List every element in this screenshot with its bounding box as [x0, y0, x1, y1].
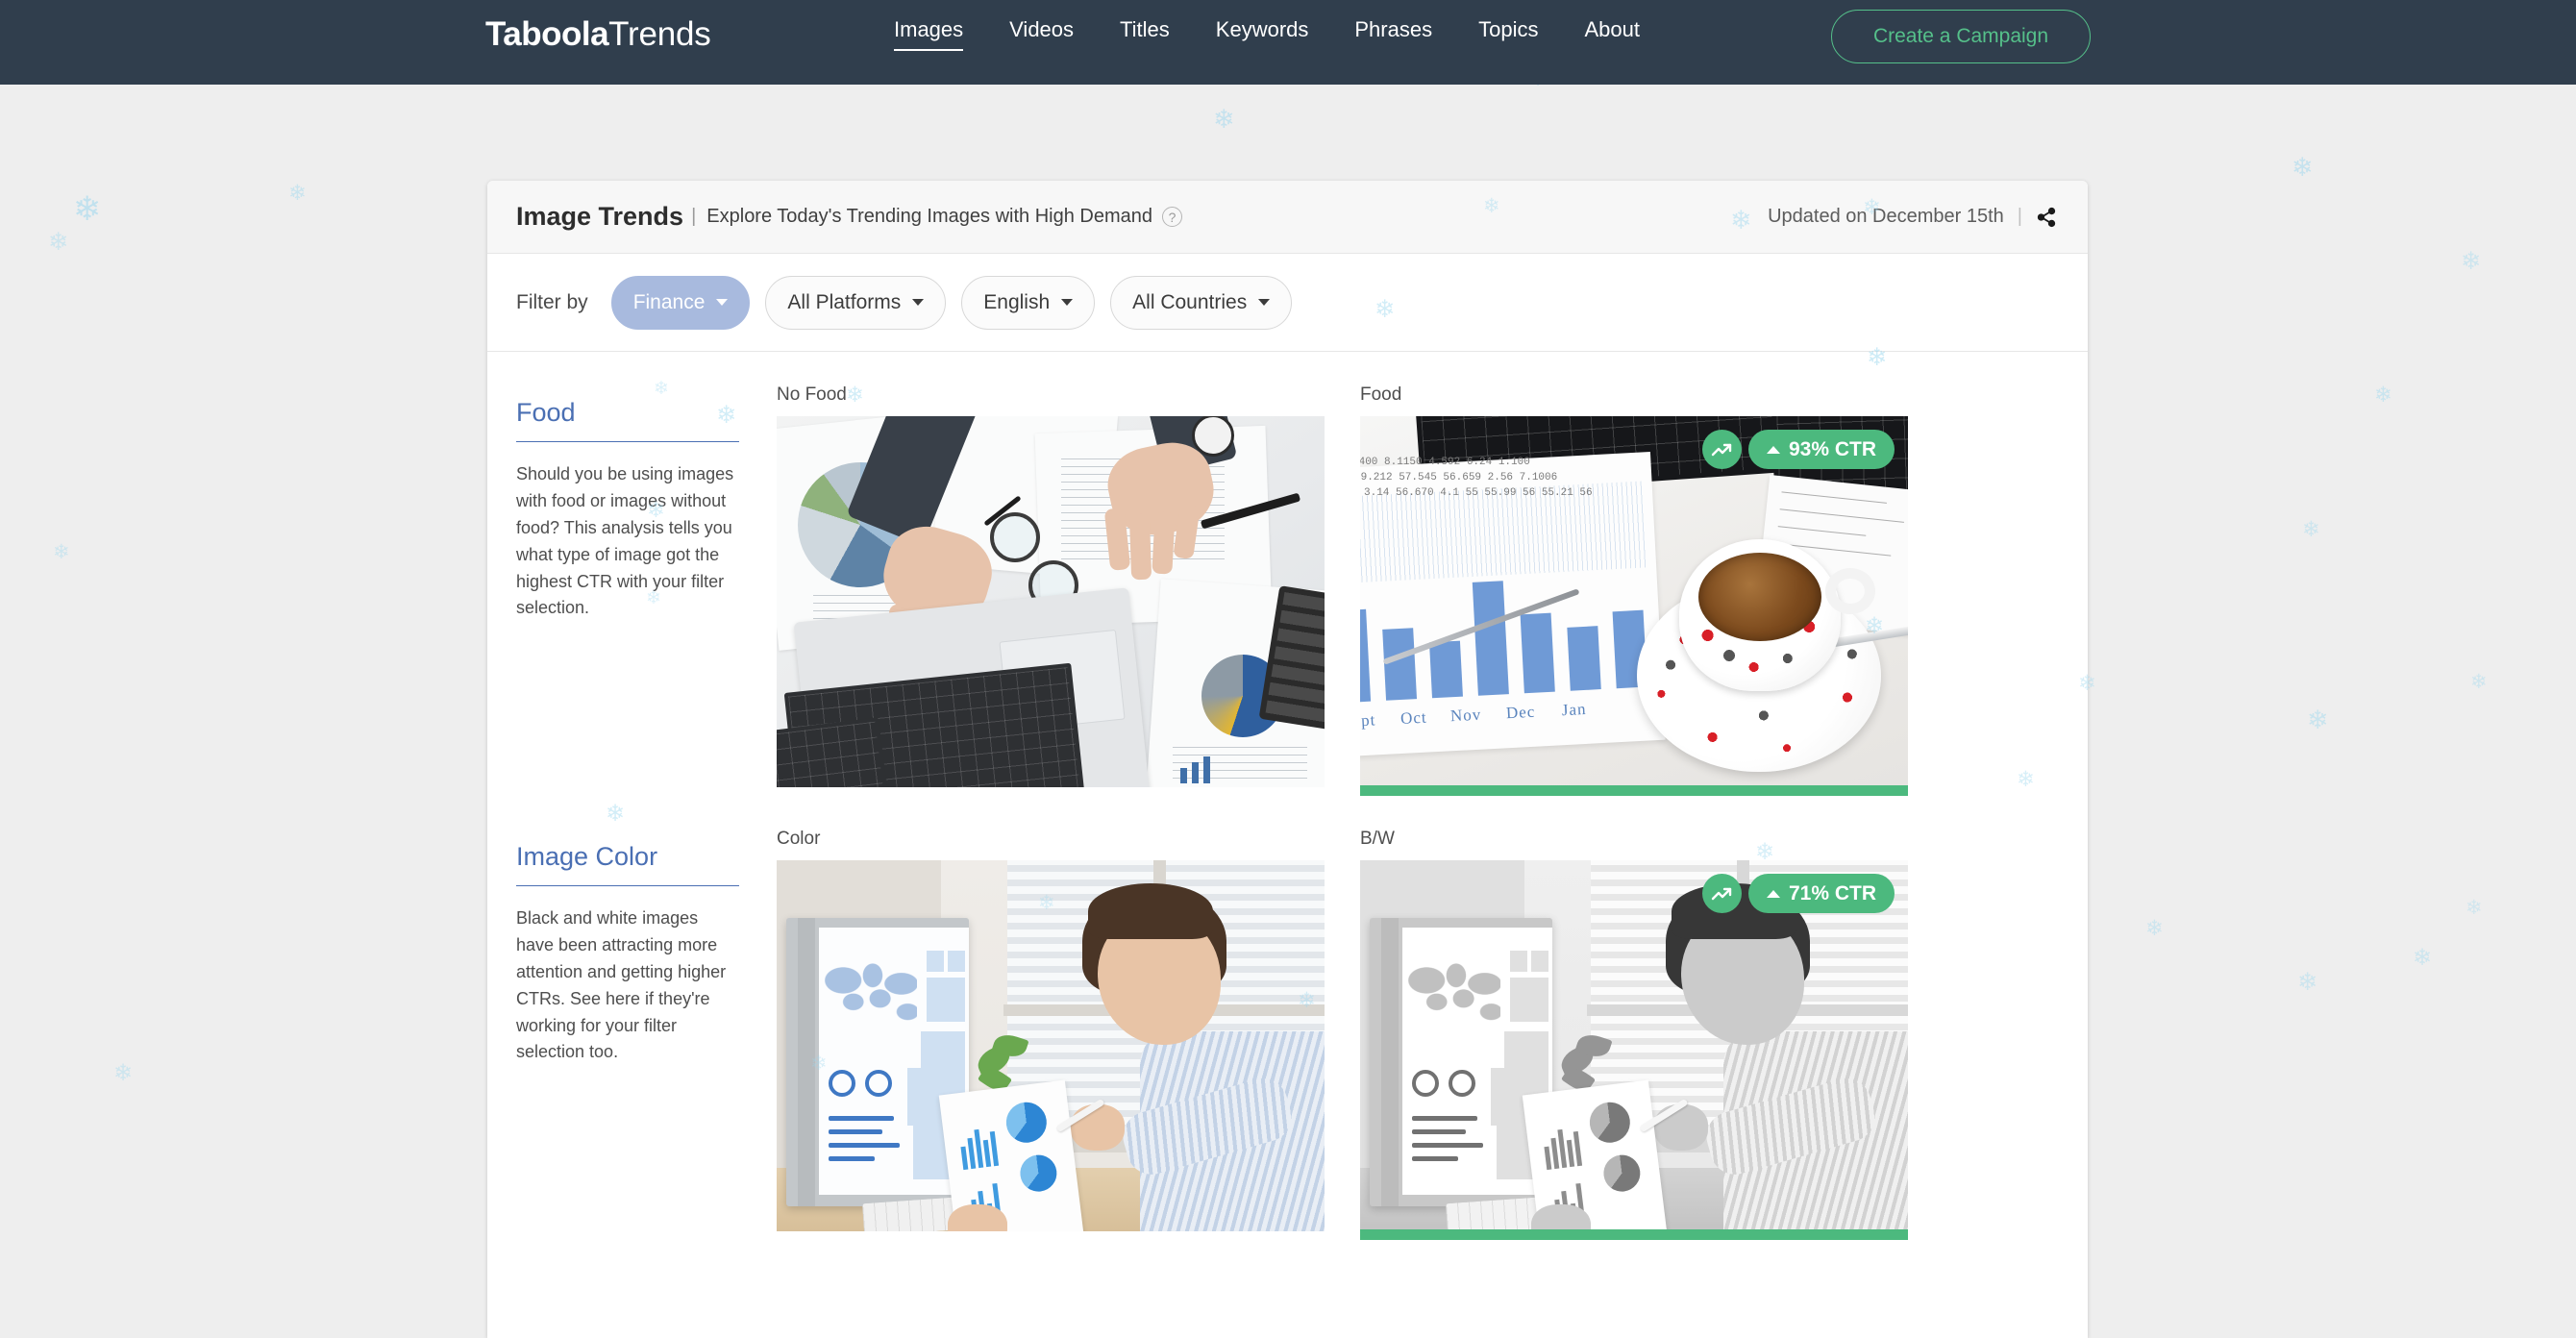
help-icon[interactable]: ? [1161, 207, 1182, 227]
nav-link-topics[interactable]: Topics [1478, 17, 1538, 51]
filter-vertical-value: Finance [632, 290, 706, 313]
photo-desk-flatlay [777, 416, 1325, 787]
ctr-badge-group-food: 93% CTR [1701, 430, 1895, 469]
title-separator: | [691, 206, 697, 227]
arrow-up-icon [1766, 445, 1780, 454]
section-image-color: Image Color Black and white images have … [487, 796, 2088, 1240]
section-food-info: Food Should you be using images with foo… [516, 384, 758, 796]
chevron-down-icon [912, 299, 925, 306]
create-campaign-button[interactable]: Create a Campaign [1831, 10, 2091, 63]
image-trends-card: Image Trends | Explore Today's Trending … [487, 181, 2088, 1338]
section-food: Food Should you be using images with foo… [487, 352, 2088, 796]
chevron-down-icon [1061, 299, 1074, 306]
trending-up-icon [1701, 874, 1742, 913]
nav-link-keywords[interactable]: Keywords [1216, 17, 1309, 51]
snowflake-icon: ❄ [2461, 248, 2482, 275]
chevron-down-icon [1258, 299, 1271, 306]
image-card-bw[interactable]: B/W 71% CTR [1360, 829, 1908, 1240]
section-image-color-description: Black and white images have been attract… [516, 908, 727, 1062]
image-label-food: Food [1360, 384, 1402, 405]
section-food-heading: Food [516, 398, 739, 442]
snowflake-icon: ❄ [2291, 152, 2314, 182]
snowflake-icon: ❄ [48, 229, 69, 256]
filter-by-label: Filter by [516, 290, 588, 313]
snowflake-icon: ❄ [53, 541, 70, 563]
nav-link-videos[interactable]: Videos [1009, 17, 1074, 51]
snowflake-icon: ❄ [2470, 671, 2488, 693]
snowflake-icon: ❄ [1213, 104, 1235, 134]
section-food-images: No Food Food Sept Oct Nov Dec Jan 0400 8… [758, 384, 1908, 796]
nav-link-images[interactable]: Images [894, 17, 964, 51]
logo-text-tab: Tab [485, 15, 542, 53]
ctr-badge-bw: 71% CTR [1747, 874, 1895, 913]
section-image-color-images: Color B/W 71% CTR [758, 829, 1908, 1240]
image-card-food[interactable]: Food Sept Oct Nov Dec Jan 0400 8.1150 4.… [1360, 384, 1908, 796]
ctr-badge-group-bw: 71% CTR [1701, 874, 1895, 913]
nav-link-phrases[interactable]: Phrases [1354, 17, 1432, 51]
winner-indicator-bar [1360, 1229, 1908, 1240]
section-image-color-info: Image Color Black and white images have … [516, 829, 758, 1240]
section-image-color-heading: Image Color [516, 842, 739, 886]
taboola-trends-logo[interactable]: Tab oo la Trends [485, 15, 711, 54]
header-divider: | [2017, 206, 2022, 227]
snowflake-icon: ❄ [2307, 705, 2329, 734]
top-navigation-bar: Tab oo la Trends Images Videos Titles Keywo… [0, 0, 2576, 85]
image-frame-bw[interactable]: 71% CTR [1360, 860, 1908, 1240]
trending-up-icon [1701, 430, 1742, 469]
logo-text-la: la [581, 15, 609, 53]
snowflake-icon: ❄ [73, 190, 102, 228]
arrow-up-icon [1766, 889, 1780, 898]
filter-country-dropdown[interactable]: All Countries [1110, 275, 1293, 330]
card-header: Image Trends | Explore Today's Trending … [487, 181, 2088, 254]
chevron-down-icon [716, 299, 729, 306]
filter-language-dropdown[interactable]: English [961, 275, 1096, 330]
image-label-bw: B/W [1360, 829, 1395, 849]
filter-bar: Filter by Finance All Platforms English … [487, 254, 2088, 352]
snowflake-icon: ❄ [2413, 945, 2433, 971]
logo-text-oo: oo [541, 15, 582, 53]
image-frame-food[interactable]: Sept Oct Nov Dec Jan 0400 8.1150 4.592 6… [1360, 416, 1908, 796]
page-subtitle: Explore Today's Trending Images with Hig… [706, 206, 1152, 227]
image-frame-no-food[interactable] [777, 416, 1325, 787]
image-label-color: Color [777, 829, 821, 849]
share-icon[interactable] [2036, 207, 2057, 228]
filter-country-value: All Countries [1132, 290, 1248, 313]
image-label-no-food: No Food [777, 384, 847, 405]
section-food-description: Should you be using images with food or … [516, 464, 734, 618]
winner-indicator-bar [1360, 785, 1908, 796]
snowflake-icon: ❄ [2465, 897, 2483, 919]
image-card-no-food[interactable]: No Food [777, 384, 1325, 796]
header-right-group: Updated on December 15th | [1768, 206, 2057, 228]
snowflake-icon: ❄ [2302, 517, 2320, 541]
filter-language-value: English [983, 290, 1051, 313]
snowflake-icon: ❄ [2297, 969, 2318, 996]
nav-link-titles[interactable]: Titles [1120, 17, 1170, 51]
image-frame-color[interactable] [777, 860, 1325, 1231]
filter-vertical-dropdown[interactable]: Finance [610, 275, 751, 330]
snowflake-icon: ❄ [2145, 916, 2164, 940]
ctr-badge-bw-value: 71% CTR [1788, 881, 1876, 904]
logo-text-trends: Trends [608, 15, 711, 53]
filter-platform-dropdown[interactable]: All Platforms [765, 275, 947, 330]
photo-man-dashboard-color [777, 860, 1325, 1231]
photo-coffee-on-chart: Sept Oct Nov Dec Jan 0400 8.1150 4.592 6… [1360, 416, 1908, 787]
ctr-badge-food-value: 93% CTR [1788, 437, 1876, 460]
snowflake-icon: ❄ [2374, 383, 2392, 407]
page-title: Image Trends [516, 202, 684, 231]
snowflake-icon: ❄ [113, 1060, 134, 1086]
filter-platform-value: All Platforms [787, 290, 902, 313]
nav-links: Images Videos Titles Keywords Phrases To… [894, 17, 1640, 51]
last-updated-text: Updated on December 15th [1768, 206, 2004, 227]
snowflake-icon: ❄ [288, 181, 307, 205]
photo-man-dashboard-bw [1360, 860, 1908, 1231]
nav-link-about[interactable]: About [1584, 17, 1640, 51]
image-card-color[interactable]: Color [777, 829, 1325, 1240]
ctr-badge-food: 93% CTR [1747, 430, 1895, 469]
